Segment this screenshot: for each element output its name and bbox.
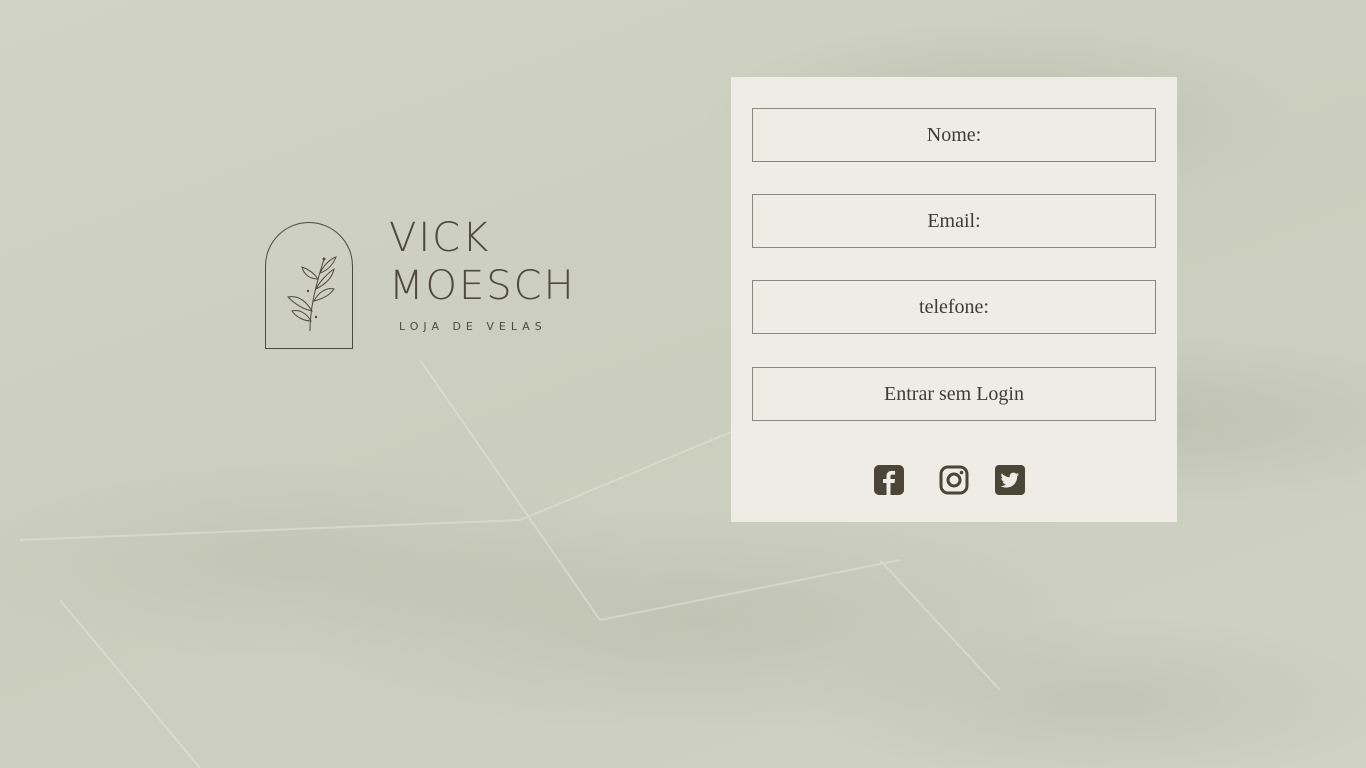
enter-without-login-button[interactable]: Entrar sem Login <box>752 367 1156 421</box>
facebook-link[interactable] <box>874 465 904 495</box>
brand-name-line2: MOESCH <box>389 263 576 309</box>
name-input[interactable] <box>752 108 1156 162</box>
brand-tagline: LOJA DE VELAS <box>399 320 547 333</box>
email-input[interactable] <box>752 194 1156 248</box>
instagram-icon <box>939 465 969 495</box>
twitter-icon <box>995 465 1025 495</box>
twitter-link[interactable] <box>995 465 1025 495</box>
brand-name: VICK MOESCH <box>389 214 576 310</box>
instagram-link[interactable] <box>939 465 969 495</box>
phone-input[interactable] <box>752 280 1156 334</box>
olive-branch-icon <box>286 256 337 332</box>
logo-arch-frame <box>265 222 353 349</box>
brand-name-line1: VICK <box>389 215 491 261</box>
social-links <box>731 465 1177 499</box>
facebook-icon <box>874 465 904 495</box>
signup-card: Entrar sem Login <box>731 77 1177 522</box>
brand-logo: VICK MOESCH LOJA DE VELAS <box>265 215 585 355</box>
